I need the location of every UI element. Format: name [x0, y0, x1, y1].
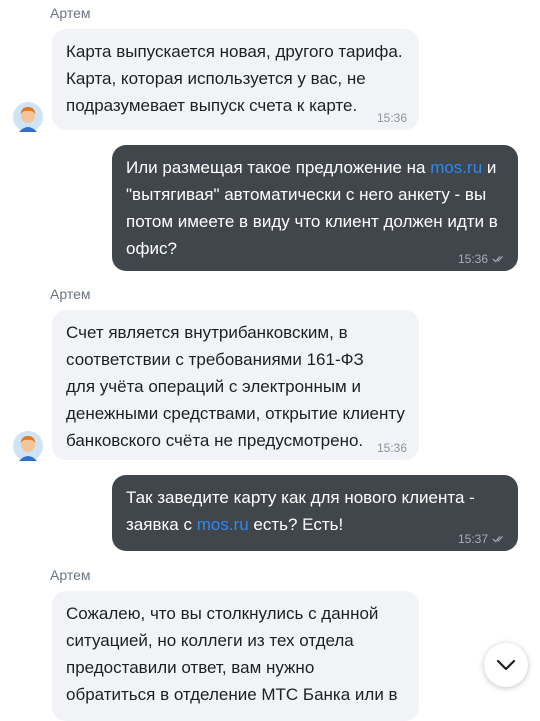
mos-ru-link[interactable]: mos.ru: [430, 158, 482, 177]
message-text-line: потом имеете в виду что клиент должен ид…: [126, 212, 498, 231]
message-time: 15:36: [457, 252, 488, 266]
scroll-to-bottom-button[interactable]: [484, 643, 528, 687]
message-text-line: предоставили ответ, вам нужно: [66, 658, 315, 677]
double-check-icon: [492, 256, 503, 263]
message-text-line: Карта выпускается новая, другого тарифа.: [66, 42, 403, 61]
message-text-line: денежными средствами, открытие клиенту: [66, 404, 405, 423]
sender-name: Артем: [50, 286, 91, 302]
sender-name: Артем: [50, 567, 91, 583]
avatar-icon[interactable]: [13, 431, 43, 461]
message-time: 15:36: [376, 111, 407, 125]
sender-name: Артем: [50, 5, 91, 21]
message-text-line: подразумевает выпуск счета к карте.: [66, 96, 358, 115]
message-text-line: соответствии с требованиями 161-ФЗ: [66, 350, 364, 369]
message-text-line: для учёта операций с электронным и: [66, 377, 361, 396]
mos-ru-link[interactable]: mos.ru: [197, 515, 249, 534]
avatar-icon[interactable]: [13, 102, 43, 132]
message-text-line: Так заведите карту как для нового клиент…: [126, 488, 475, 507]
message-text-line: офис?: [126, 239, 177, 258]
outgoing-message[interactable]: Так заведите карту как для нового клиент…: [112, 475, 518, 551]
message-text-line: ситуацией, но коллеги из тех отдела: [66, 631, 354, 650]
message-text-line: "вытягивая" автоматически с него анкету …: [126, 185, 487, 204]
incoming-message[interactable]: Карта выпускается новая, другого тарифа.…: [52, 29, 419, 130]
incoming-message[interactable]: Сожалею, что вы столкнулись с данной сит…: [52, 591, 419, 721]
message-text-line: обратиться в отделение МТС Банка или в: [66, 685, 398, 704]
chevron-down-icon: [496, 659, 516, 671]
message-text-line: Карта, которая используется у вас, не: [66, 69, 366, 88]
outgoing-message[interactable]: Или размещая такое предложение на mos.ru…: [112, 145, 518, 271]
message-text-line: банковского счёта не предусмотрено.: [66, 431, 364, 450]
message-time: 15:36: [376, 441, 407, 455]
message-text-line: Сожалею, что вы столкнулись с данной: [66, 604, 379, 623]
message-text-line: Или размещая такое предложение на mos.ru…: [126, 158, 497, 177]
message-text-line: Счет является внутрибанковским, в: [66, 323, 348, 342]
double-check-icon: [492, 536, 503, 543]
message-text-line: заявка с mos.ru есть? Есть!: [126, 515, 344, 534]
message-time: 15:37: [457, 532, 488, 546]
incoming-message[interactable]: Счет является внутрибанковским, в соотве…: [52, 310, 419, 460]
